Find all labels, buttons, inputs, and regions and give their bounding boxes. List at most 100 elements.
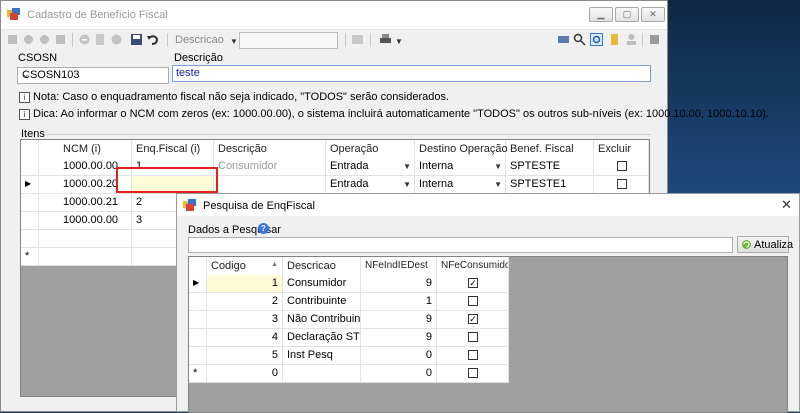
cell-ncm[interactable]: [39, 248, 132, 265]
chevron-down-icon[interactable]: ⌄: [22, 69, 164, 80]
cell-descricao[interactable]: Consumidor: [283, 275, 361, 292]
refresh-icon[interactable]: [590, 33, 603, 46]
cell-nfeindiedest[interactable]: 0: [361, 365, 437, 382]
excluir-checkbox[interactable]: [617, 161, 627, 171]
chevron-down-icon[interactable]: ▼: [403, 162, 411, 171]
cell-nfeindiedest[interactable]: 1: [361, 293, 437, 310]
cell-destino[interactable]: Interna ▼: [415, 158, 506, 175]
chevron-down-icon[interactable]: ▼: [395, 37, 403, 46]
table-row-current[interactable]: ▶ 1 Consumidor 9 ✓: [189, 275, 509, 293]
new-row-indicator[interactable]: *: [21, 248, 39, 265]
column-header-descricao[interactable]: Descrição: [214, 140, 326, 158]
print-icon[interactable]: [379, 33, 392, 46]
cell-descricao[interactable]: Declaração ST: [283, 329, 361, 346]
table-row[interactable]: 2 Contribuinte 1: [189, 293, 509, 311]
column-header-benef[interactable]: Benef. Fiscal: [506, 140, 594, 158]
chevron-down-icon[interactable]: ▼: [494, 180, 502, 189]
cell-operacao[interactable]: Entrada ▼: [326, 176, 415, 193]
new-record-icon[interactable]: [78, 33, 91, 46]
dados-search-input[interactable]: [188, 237, 733, 253]
excluir-checkbox[interactable]: [617, 179, 627, 189]
delete-icon[interactable]: [110, 33, 123, 46]
table-row[interactable]: 5 Inst Pesq 0: [189, 347, 509, 365]
chevron-down-icon[interactable]: ▼: [403, 180, 411, 189]
consumidor-final-checkbox-checked[interactable]: ✓: [468, 278, 478, 288]
cell-codigo[interactable]: 4: [207, 329, 283, 346]
column-header-nfeconsumidorfinal[interactable]: NFeConsumidorFinal: [437, 257, 509, 275]
cell-codigo[interactable]: 0: [207, 365, 283, 382]
toolbar-search-input[interactable]: [239, 32, 338, 49]
edit-icon[interactable]: [94, 33, 107, 46]
cell-ncm[interactable]: [39, 230, 132, 247]
consumidor-final-checkbox[interactable]: [468, 332, 478, 342]
consumidor-final-checkbox[interactable]: [468, 350, 478, 360]
cell-nfeindiedest[interactable]: 9: [361, 329, 437, 346]
enqfiscal-grid[interactable]: Codigo ▲ Descricao NFeIndIEDest NFeConsu…: [188, 256, 788, 413]
column-header-excluir[interactable]: Excluir: [594, 140, 649, 158]
chevron-down-icon[interactable]: ▼: [230, 37, 238, 46]
cell-ncm[interactable]: 1000.00.00: [39, 212, 132, 229]
maximize-button[interactable]: ▢: [615, 7, 639, 22]
exit-icon[interactable]: [648, 33, 661, 46]
column-header-destino[interactable]: Destino Operação: [415, 140, 508, 158]
cell-ncm[interactable]: 1000.00.21: [39, 194, 132, 211]
atualiza-button[interactable]: Atualiza: [737, 236, 793, 253]
cell-descricao[interactable]: [283, 365, 361, 382]
consumidor-final-checkbox[interactable]: [468, 296, 478, 306]
column-header-nfeindiedest[interactable]: NFeIndIEDest: [361, 257, 437, 275]
table-row-new[interactable]: * 0 0: [189, 365, 509, 383]
cell-benef[interactable]: SPTESTE1: [506, 176, 594, 193]
row-header[interactable]: [189, 311, 207, 328]
next-record-icon[interactable]: [38, 33, 51, 46]
cell-codigo[interactable]: 3: [207, 311, 283, 328]
cell-codigo[interactable]: 5: [207, 347, 283, 364]
document-icon[interactable]: [608, 33, 621, 46]
new-row-indicator[interactable]: *: [189, 365, 207, 382]
help-icon[interactable]: ?: [258, 223, 269, 234]
row-header[interactable]: [21, 194, 39, 211]
consumidor-final-checkbox[interactable]: [468, 368, 478, 378]
last-record-icon[interactable]: [54, 33, 67, 46]
consumidor-final-checkbox-checked[interactable]: ✓: [468, 314, 478, 324]
row-header[interactable]: [21, 230, 39, 247]
cell-descricao[interactable]: Contribuinte: [283, 293, 361, 310]
user-icon[interactable]: [625, 33, 638, 46]
row-header[interactable]: [189, 329, 207, 346]
minimize-button[interactable]: ▁: [589, 7, 613, 22]
save-icon[interactable]: [130, 33, 143, 46]
previous-record-icon[interactable]: [22, 33, 35, 46]
cell-destino[interactable]: Interna ▼: [415, 176, 506, 193]
current-row-indicator[interactable]: ▶: [189, 275, 207, 292]
cell-operacao[interactable]: Entrada ▼: [326, 158, 415, 175]
cell-codigo[interactable]: 1: [207, 275, 283, 292]
row-header[interactable]: [189, 347, 207, 364]
cell-nfeindiedest[interactable]: 0: [361, 347, 437, 364]
cell-nfeindiedest[interactable]: 9: [361, 311, 437, 328]
row-header[interactable]: [189, 293, 207, 310]
cell-codigo[interactable]: 2: [207, 293, 283, 310]
table-row[interactable]: 3 Não Contribuinte 9 ✓: [189, 311, 509, 329]
cell-benef[interactable]: SPTESTE: [506, 158, 594, 175]
cell-descricao[interactable]: Não Contribuinte: [283, 311, 361, 328]
descricao-input[interactable]: teste: [172, 65, 651, 82]
current-row-indicator[interactable]: ▶: [21, 176, 39, 193]
close-icon[interactable]: ✕: [781, 197, 792, 213]
column-header-enq[interactable]: Enq.Fiscal (i): [132, 140, 214, 158]
undo-icon[interactable]: [146, 33, 159, 46]
column-header-codigo[interactable]: Codigo ▲: [207, 257, 283, 275]
first-record-icon[interactable]: [6, 33, 19, 46]
filter-icon[interactable]: [351, 33, 364, 46]
csosn-select[interactable]: CSOSN103 ⌄: [17, 67, 169, 84]
search-icon[interactable]: [573, 33, 586, 46]
view-icon[interactable]: [557, 33, 570, 46]
row-header[interactable]: [21, 158, 39, 175]
column-header-ncm[interactable]: NCM (i): [39, 140, 132, 158]
column-header-operacao[interactable]: Operação: [326, 140, 415, 158]
chevron-down-icon[interactable]: ▼: [494, 162, 502, 171]
row-header[interactable]: [21, 212, 39, 229]
column-header-descricao[interactable]: Descricao: [283, 257, 361, 275]
table-row[interactable]: 4 Declaração ST 9: [189, 329, 509, 347]
cell-nfeindiedest[interactable]: 9: [361, 275, 437, 292]
close-button[interactable]: ✕: [641, 7, 665, 22]
cell-descricao[interactable]: Inst Pesq: [283, 347, 361, 364]
